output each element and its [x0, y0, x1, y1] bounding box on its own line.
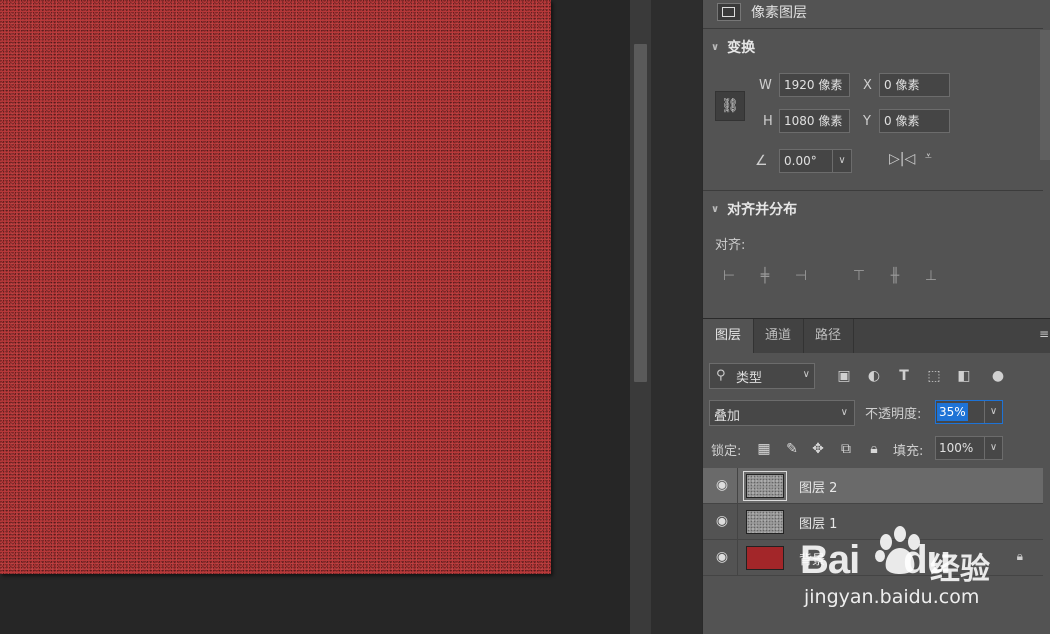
h-label: H — [763, 114, 773, 129]
fill-field[interactable]: 100% ∨ — [935, 436, 1003, 460]
eye-icon[interactable]: ◉ — [713, 513, 731, 529]
lock-transparency-icon[interactable]: ▦ — [755, 440, 773, 458]
divider — [703, 28, 1043, 29]
properties-scrollbar[interactable] — [1040, 30, 1050, 160]
pixel-layer-icon — [717, 3, 741, 21]
pixel-layer-label: 像素图层 — [751, 5, 807, 21]
divider — [737, 468, 738, 503]
canvas-scrollbar-thumb[interactable] — [634, 44, 647, 382]
chevron-down-icon: ∨ — [802, 369, 810, 380]
opacity-label: 不透明度: — [865, 407, 922, 422]
opacity-value[interactable]: 35% — [937, 403, 968, 421]
filter-pixel-icon[interactable]: ▣ — [835, 367, 853, 385]
chevron-down-icon: ∨ — [711, 41, 720, 53]
filter-type-layer-icon[interactable]: T — [895, 367, 913, 385]
watermark-chinese: 经验 — [930, 552, 990, 587]
filter-smart-object-icon[interactable]: ◧ — [955, 367, 973, 385]
baidu-jingyan-watermark: Bai du 经验 jingyan.baidu.com — [800, 520, 1030, 630]
filter-adjustment-icon[interactable]: ◐ — [865, 367, 883, 385]
angle-field[interactable]: 0.00° ∨ — [779, 149, 852, 173]
y-label: Y — [863, 114, 871, 129]
align-left-icon[interactable]: ⊢ — [719, 266, 739, 286]
lock-all-icon[interactable]: 🔒︎ — [865, 440, 883, 458]
layer-row-layer2[interactable]: ◉ 图层 2 — [703, 468, 1043, 504]
chevron-down-icon[interactable]: ∨ — [832, 150, 851, 172]
fill-label: 填充: — [893, 444, 924, 459]
link-icon: ⛓ — [721, 98, 739, 114]
pixel-layer-row: 像素图层 — [717, 0, 807, 24]
lock-brush-icon[interactable]: ✎ — [783, 440, 801, 458]
layer-thumbnail — [746, 546, 784, 570]
lock-position-icon[interactable]: ✥ — [809, 440, 827, 458]
angle-icon: ∠ — [755, 153, 768, 169]
fill-value: 100% — [939, 441, 974, 455]
layer-name[interactable]: 图层 2 — [799, 477, 837, 496]
tab-channels[interactable]: 通道 — [753, 319, 805, 353]
lock-label: 锁定: — [711, 444, 742, 459]
align-bottom-icon[interactable]: ⊥ — [921, 266, 941, 286]
watermark-url: jingyan.baidu.com — [804, 586, 980, 608]
eye-icon[interactable]: ◉ — [713, 477, 731, 493]
tab-paths[interactable]: 路径 — [803, 319, 855, 353]
layers-panel-tabs: 图层 通道 路径 ≡ — [703, 318, 1050, 353]
canvas-vertical-scrollbar[interactable] — [630, 0, 651, 634]
panel-gutter — [651, 0, 702, 634]
filter-type-value: 类型 — [736, 371, 763, 386]
align-horizontal-center-icon[interactable]: ╪ — [755, 266, 775, 286]
filter-shape-icon[interactable]: ⬚ — [925, 367, 943, 385]
chevron-down-icon[interactable]: ∨ — [984, 401, 1002, 423]
align-label: 对齐: — [715, 238, 746, 253]
transform-title: 变换 — [727, 40, 756, 56]
y-field[interactable]: 0 像素 — [879, 109, 950, 133]
filter-toggle-icon[interactable]: ● — [989, 367, 1007, 385]
align-vertical-center-icon[interactable]: ╫ — [885, 266, 905, 286]
width-field[interactable]: 1920 像素 — [779, 73, 850, 97]
x-label: X — [863, 78, 872, 93]
divider — [737, 540, 738, 575]
opacity-field[interactable]: 35% ∨ — [935, 400, 1003, 424]
link-dimensions-button[interactable]: ⛓ — [715, 91, 745, 121]
layer-filter-dropdown[interactable]: ⚲ 类型 ∨ — [709, 363, 815, 389]
tab-layers[interactable]: 图层 — [703, 319, 755, 353]
lock-artboard-icon[interactable]: ⧉ — [837, 440, 855, 458]
chevron-down-icon: ∨ — [840, 407, 848, 418]
align-title: 对齐并分布 — [727, 202, 798, 218]
align-right-icon[interactable]: ⊣ — [791, 266, 811, 286]
align-section-header[interactable]: ∨ 对齐并分布 — [711, 199, 797, 219]
transform-section-header[interactable]: ∨ 变换 — [711, 37, 755, 57]
panel-menu-icon[interactable]: ≡ — [1039, 327, 1049, 341]
chevron-down-icon: ∨ — [711, 203, 720, 215]
layer-thumbnail — [746, 510, 784, 534]
document-canvas[interactable] — [0, 0, 551, 574]
properties-panel: 像素图层 ∨ 变换 ⛓ W 1920 像素 X 0 像素 H 1080 像素 Y… — [703, 0, 1043, 316]
x-field[interactable]: 0 像素 — [879, 73, 950, 97]
blend-mode-value: 叠加 — [714, 409, 741, 424]
divider — [703, 190, 1043, 191]
flip-vertical-icon[interactable]: ⩡ — [925, 149, 932, 164]
chevron-down-icon[interactable]: ∨ — [984, 437, 1002, 459]
eye-icon[interactable]: ◉ — [713, 549, 731, 565]
angle-value: 0.00° — [784, 154, 817, 168]
align-top-icon[interactable]: ⊤ — [849, 266, 869, 286]
flip-horizontal-icon[interactable]: ▷|◁ — [889, 151, 915, 167]
divider — [737, 504, 738, 539]
search-icon: ⚲ — [716, 368, 726, 383]
height-field[interactable]: 1080 像素 — [779, 109, 850, 133]
blend-mode-dropdown[interactable]: 叠加 ∨ — [709, 400, 855, 426]
lock-row: 锁定: ▦ ✎ ✥ ⧉ 🔒︎ 填充: 100% ∨ — [703, 434, 1043, 464]
w-label: W — [759, 78, 772, 93]
layer-thumbnail — [743, 471, 787, 501]
paw-icon — [875, 526, 920, 574]
